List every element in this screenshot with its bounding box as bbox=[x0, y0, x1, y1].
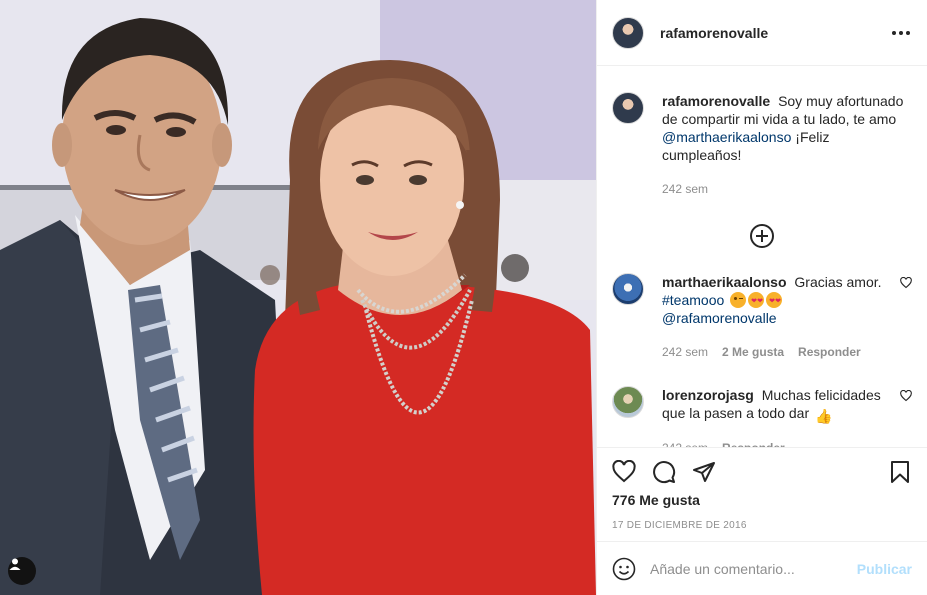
comment-like-heart-icon[interactable] bbox=[900, 277, 912, 289]
caption-avatar[interactable] bbox=[612, 92, 644, 124]
author-username[interactable]: rafamorenovalle bbox=[660, 25, 768, 41]
publish-button[interactable]: Publicar bbox=[857, 561, 912, 577]
comment-composer: Publicar bbox=[597, 541, 927, 595]
post-photo[interactable] bbox=[0, 0, 596, 595]
comment-item: lorenzorojasg Muchas felicidades que la … bbox=[612, 386, 912, 447]
comments-list: rafamorenovalle Soy muy afortunado de co… bbox=[597, 67, 927, 447]
caption-username[interactable]: rafamorenovalle bbox=[662, 93, 770, 109]
comment-item: marthaerikaalonso Gracias amor. #teamooo… bbox=[612, 273, 912, 361]
comment-username[interactable]: marthaerikaalonso bbox=[662, 274, 787, 290]
post-image bbox=[0, 0, 596, 595]
caption: rafamorenovalle Soy muy afortunado de co… bbox=[612, 92, 912, 198]
post-actions: 776 Me gusta 17 DE DICIEMBRE DE 2016 bbox=[597, 447, 927, 531]
wink-emoji-icon bbox=[730, 292, 747, 308]
bookmark-icon[interactable] bbox=[888, 460, 912, 484]
comment-text: Gracias amor. bbox=[794, 274, 882, 290]
author-avatar[interactable] bbox=[612, 16, 644, 49]
circle-plus-icon[interactable] bbox=[750, 224, 774, 248]
comment-timestamp[interactable]: 242 sem bbox=[662, 439, 708, 447]
reply-button[interactable]: Responder bbox=[722, 439, 785, 447]
reply-button[interactable]: Responder bbox=[798, 343, 861, 361]
comment-bubble-icon[interactable] bbox=[652, 460, 676, 484]
heart-icon[interactable] bbox=[612, 460, 636, 484]
caption-mention[interactable]: @marthaerikaalonso bbox=[662, 129, 791, 145]
commenter-avatar[interactable] bbox=[612, 386, 644, 418]
comment-hashtag[interactable]: #teamooo bbox=[662, 292, 724, 308]
heart-eyes-emoji-icon bbox=[766, 292, 783, 311]
like-count[interactable]: 776 Me gusta bbox=[612, 492, 912, 508]
comment-timestamp[interactable]: 242 sem bbox=[662, 343, 708, 361]
post-header: rafamorenovalle bbox=[597, 0, 927, 66]
comment-username[interactable]: lorenzorojasg bbox=[662, 387, 754, 403]
comment-input[interactable] bbox=[650, 560, 857, 577]
load-more-comments bbox=[612, 224, 912, 248]
thumbs-up-emoji-icon: 👍 bbox=[815, 408, 833, 424]
post-side-panel: rafamorenovalle rafamorenovalle Soy muy … bbox=[596, 0, 927, 595]
comment-like-heart-icon[interactable] bbox=[900, 390, 912, 402]
commenter-avatar[interactable] bbox=[612, 273, 644, 305]
paper-plane-icon[interactable] bbox=[692, 460, 716, 484]
person-icon[interactable] bbox=[8, 557, 36, 585]
caption-timestamp[interactable]: 242 sem bbox=[662, 180, 708, 198]
comment-like-count[interactable]: 2 Me gusta bbox=[722, 343, 784, 361]
comment-mention[interactable]: @rafamorenovalle bbox=[662, 310, 777, 326]
heart-eyes-emoji-icon bbox=[748, 292, 765, 311]
more-options-icon[interactable] bbox=[890, 25, 912, 41]
post-date[interactable]: 17 DE DICIEMBRE DE 2016 bbox=[612, 520, 912, 531]
smiley-icon[interactable] bbox=[612, 557, 636, 581]
